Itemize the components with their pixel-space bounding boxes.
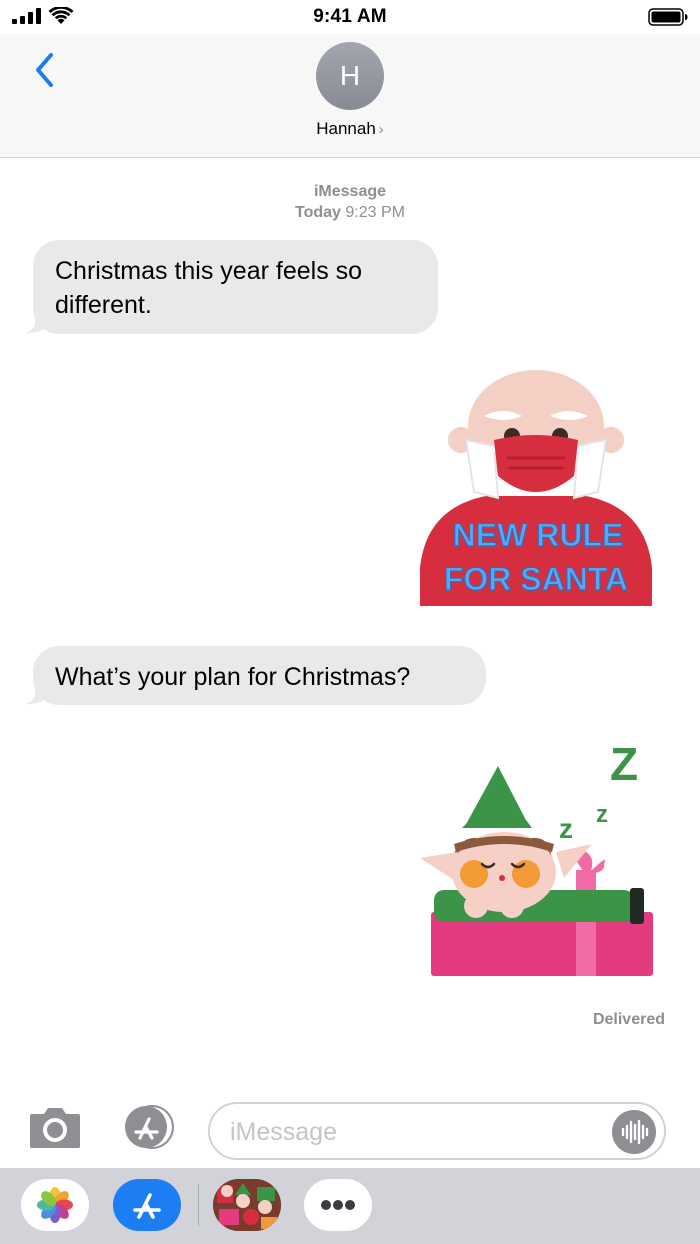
sticker-caption-line2: FOR SANTA xyxy=(444,561,628,597)
photos-app-button[interactable] xyxy=(21,1179,89,1231)
svg-text:z: z xyxy=(596,801,608,828)
imessage-app-drawer xyxy=(0,1168,700,1244)
christmas-stickers-app-button[interactable] xyxy=(213,1179,281,1231)
contact-name-button[interactable]: Hannah › xyxy=(0,119,700,139)
incoming-message-bubble[interactable]: What’s your plan for Christmas? xyxy=(25,646,486,705)
app-store-button-icon[interactable] xyxy=(118,1105,180,1149)
app-store-icon xyxy=(133,1193,161,1219)
battery-icon xyxy=(648,8,688,26)
chevron-right-icon: › xyxy=(378,121,384,138)
message-input-bar xyxy=(0,1090,700,1168)
app-store-app-button[interactable] xyxy=(113,1179,181,1231)
incoming-message-bubble[interactable]: Christmas this year feels so different. xyxy=(25,240,438,334)
message-text: Christmas this year feels so different. xyxy=(55,257,363,319)
svg-text:Z: Z xyxy=(610,740,638,790)
contact-name: Hannah xyxy=(316,119,376,138)
more-apps-icon xyxy=(321,1200,355,1210)
audio-message-icon[interactable] xyxy=(612,1110,656,1154)
svg-text:z: z xyxy=(559,813,573,844)
message-input[interactable] xyxy=(230,1114,610,1150)
drawer-divider xyxy=(198,1184,199,1226)
bubble-tail xyxy=(25,683,53,705)
time-label: 9:23 PM xyxy=(345,204,405,221)
date-label: Today xyxy=(295,204,341,221)
more-apps-button[interactable] xyxy=(304,1179,372,1231)
contact-avatar[interactable]: H xyxy=(316,42,384,110)
message-text: What’s your plan for Christmas? xyxy=(55,663,411,691)
back-chevron-icon[interactable] xyxy=(30,50,60,90)
delivery-status: Delivered xyxy=(592,1011,665,1028)
status-bar: 9:41 AM xyxy=(0,0,700,34)
message-field[interactable] xyxy=(208,1102,666,1160)
bubble-tail xyxy=(25,312,53,334)
sticker-caption-line1: NEW RULE xyxy=(453,517,624,553)
camera-icon[interactable] xyxy=(26,1106,84,1150)
conversation-header: H Hannah › xyxy=(0,34,700,158)
service-label: iMessage xyxy=(313,183,387,200)
christmas-stickers-app-icon xyxy=(213,1179,281,1231)
photos-app-icon xyxy=(37,1187,73,1223)
santa-mask-sticker[interactable]: NEW RULE FOR SANTA xyxy=(416,368,656,608)
conversation-timestamp: iMessage Today 9:23 PM xyxy=(0,181,700,223)
sleeping-elf-sticker[interactable]: Z z z xyxy=(414,740,660,980)
status-time: 9:41 AM xyxy=(313,6,387,27)
